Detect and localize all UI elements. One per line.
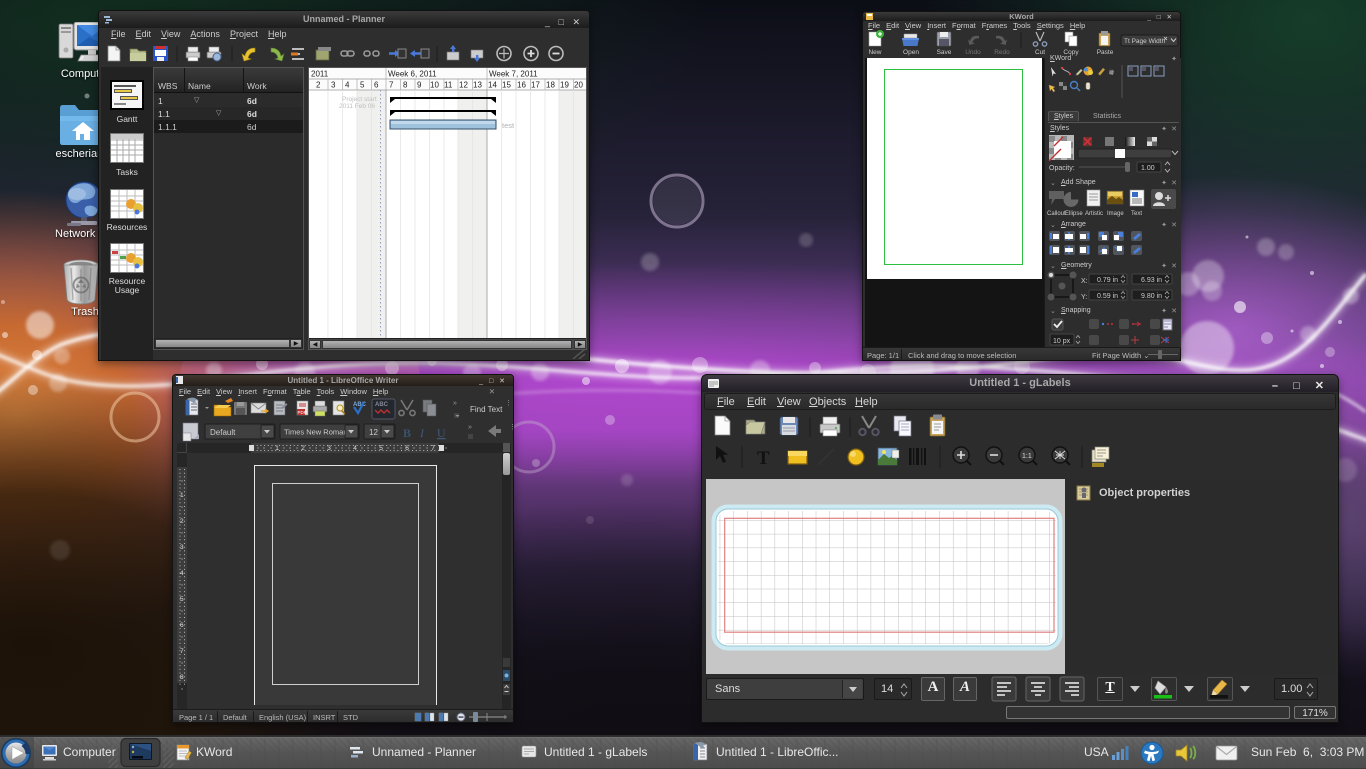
- svg-text:17: 17: [531, 81, 540, 90]
- svg-text:6: 6: [374, 81, 379, 90]
- svg-text:15: 15: [502, 81, 511, 90]
- svg-text:10: 10: [430, 81, 439, 90]
- svg-text:Week 6, 2011: Week 6, 2011: [388, 70, 437, 79]
- svg-text:1:1: 1:1: [1022, 453, 1032, 460]
- svg-text:»: »: [468, 424, 472, 431]
- svg-text:7: 7: [389, 81, 394, 90]
- svg-text:B: B: [403, 426, 411, 440]
- svg-text:Save: Save: [937, 49, 952, 56]
- svg-text:7: 7: [431, 445, 435, 452]
- svg-text:Week 7, 2011: Week 7, 2011: [489, 70, 538, 79]
- svg-text:5: 5: [379, 445, 383, 452]
- svg-text:1: 1: [180, 492, 184, 499]
- svg-text:5: 5: [180, 596, 184, 603]
- svg-text:12: 12: [459, 81, 468, 90]
- svg-text:U: U: [437, 426, 446, 440]
- svg-text:Project start: Project start: [342, 96, 377, 103]
- svg-text:3: 3: [327, 445, 331, 452]
- svg-text:0.59 in: 0.59 in: [1097, 293, 1118, 300]
- svg-text:14: 14: [488, 81, 497, 90]
- svg-text:12: 12: [369, 428, 378, 437]
- svg-text:6.93 in: 6.93 in: [1141, 277, 1162, 284]
- svg-text:Callout: Callout: [1047, 211, 1066, 217]
- svg-text:Open: Open: [903, 49, 919, 56]
- svg-text:Artistic: Artistic: [1085, 211, 1103, 217]
- svg-text:8: 8: [180, 674, 184, 681]
- svg-text:11: 11: [444, 81, 453, 90]
- svg-text:7: 7: [180, 648, 184, 655]
- svg-text:1: 1: [275, 445, 279, 452]
- svg-text:»: »: [453, 400, 457, 407]
- svg-text:Text: Text: [1131, 211, 1142, 217]
- svg-text:13: 13: [473, 81, 482, 90]
- svg-text:Find Text: Find Text: [470, 405, 503, 414]
- svg-text:PDF: PDF: [298, 410, 307, 415]
- svg-text:Y:: Y:: [1081, 294, 1087, 301]
- svg-text:3: 3: [180, 544, 184, 551]
- svg-text:Times New Roman: Times New Roman: [284, 428, 348, 437]
- svg-text:4: 4: [353, 445, 357, 452]
- svg-text:Tt Page Width: Tt Page Width: [1124, 38, 1166, 45]
- svg-text:8: 8: [403, 81, 408, 90]
- svg-text:test: test: [502, 121, 515, 130]
- svg-text:Opacity:: Opacity:: [1049, 165, 1075, 172]
- svg-text:6: 6: [180, 622, 184, 629]
- svg-text:18: 18: [546, 81, 555, 90]
- svg-text:⋮: ⋮: [505, 400, 512, 407]
- svg-text:2011: 2011: [311, 70, 329, 79]
- svg-text:T: T: [757, 448, 770, 469]
- svg-text:⋮: ⋮: [509, 424, 515, 431]
- svg-text:Redo: Redo: [994, 49, 1010, 56]
- svg-text:New: New: [868, 49, 881, 56]
- svg-text:3: 3: [331, 81, 336, 90]
- svg-text:X:: X:: [1081, 278, 1088, 285]
- svg-text:2011 Feb 06: 2011 Feb 06: [339, 103, 375, 110]
- svg-text:Default: Default: [210, 428, 236, 437]
- svg-text:Paste: Paste: [1097, 49, 1114, 56]
- svg-text:Cut: Cut: [1035, 49, 1045, 56]
- svg-text:ABC: ABC: [375, 402, 389, 408]
- svg-text:5: 5: [360, 81, 365, 90]
- svg-text:Undo: Undo: [965, 49, 981, 56]
- svg-text:4: 4: [180, 570, 184, 577]
- svg-text:I: I: [419, 426, 425, 440]
- svg-text:10 px: 10 px: [1053, 338, 1071, 345]
- svg-text:9.80 in: 9.80 in: [1141, 293, 1162, 300]
- svg-text:2: 2: [301, 445, 305, 452]
- svg-text:1.00: 1.00: [1141, 165, 1155, 172]
- svg-text:2: 2: [316, 81, 321, 90]
- svg-text:16: 16: [517, 81, 526, 90]
- svg-text:19: 19: [560, 81, 569, 90]
- svg-text:6: 6: [405, 445, 409, 452]
- svg-text:0.79 in: 0.79 in: [1097, 277, 1118, 284]
- svg-text:2: 2: [180, 518, 184, 525]
- svg-text:4: 4: [345, 81, 350, 90]
- svg-text:20: 20: [574, 81, 583, 90]
- svg-text:9: 9: [417, 81, 422, 90]
- svg-text:Image: Image: [1107, 211, 1124, 217]
- svg-text:Ellipse: Ellipse: [1065, 211, 1083, 217]
